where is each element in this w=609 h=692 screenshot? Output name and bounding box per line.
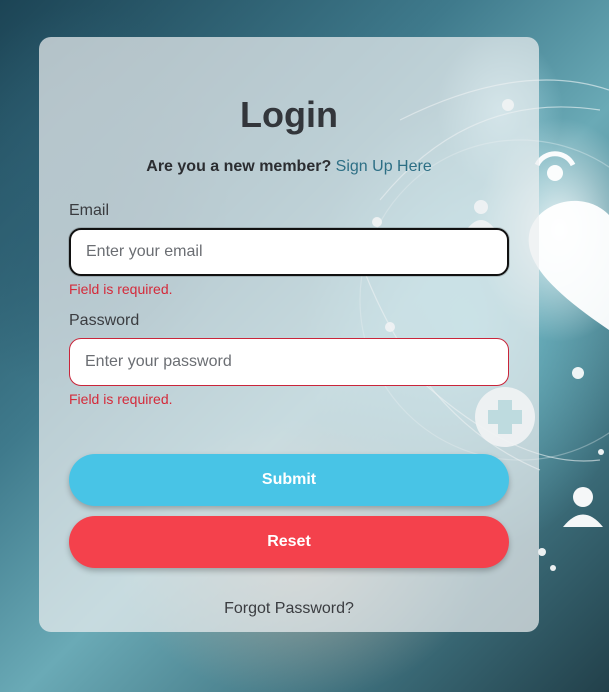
signup-prompt: Are you a new member? Sign Up Here — [39, 158, 539, 176]
reset-button[interactable]: Reset — [69, 516, 509, 568]
submit-button[interactable]: Submit — [69, 454, 509, 506]
signup-link[interactable]: Sign Up Here — [336, 158, 432, 175]
password-input[interactable] — [69, 338, 509, 386]
login-card: Login Are you a new member? Sign Up Here… — [39, 37, 539, 632]
heart-icon — [528, 200, 609, 330]
email-error: Field is required. — [69, 281, 173, 297]
page-title: Login — [240, 94, 338, 135]
password-label: Password — [69, 312, 140, 329]
signal-icon — [534, 151, 576, 181]
person-icon — [563, 487, 603, 527]
password-error: Field is required. — [69, 391, 173, 407]
email-label: Email — [69, 202, 110, 219]
forgot-password-link[interactable]: Forgot Password? — [39, 600, 539, 618]
signup-question: Are you a new member? — [146, 158, 332, 175]
email-input[interactable] — [69, 228, 509, 276]
